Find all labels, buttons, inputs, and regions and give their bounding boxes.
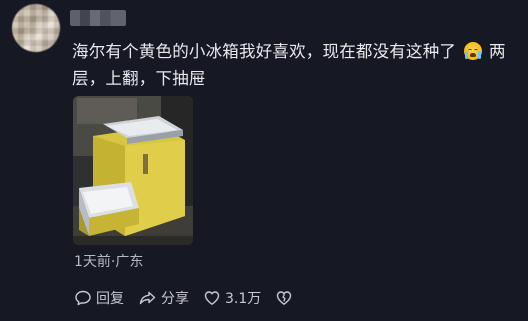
- share-label: 分享: [161, 291, 189, 307]
- reply-label: 回复: [96, 291, 124, 307]
- heart-icon: [204, 291, 220, 305]
- user-avatar[interactable]: [12, 4, 60, 52]
- broken-heart-icon: [277, 291, 292, 305]
- username-redacted[interactable]: [70, 10, 126, 26]
- like-button[interactable]: 3.1万: [203, 288, 261, 308]
- chat-bubble-icon: [75, 290, 91, 306]
- comment-text-part1: 海尔有个黄色的小冰箱我好喜欢，现在都没有这种了: [72, 42, 457, 61]
- comment-photo[interactable]: [73, 96, 193, 245]
- comment-actions: 回复 分享 3.1万: [74, 288, 297, 308]
- reply-button[interactable]: 回复: [74, 288, 124, 308]
- share-button[interactable]: 分享: [138, 288, 189, 308]
- share-arrow-icon: [139, 291, 156, 305]
- like-count: 3.1万: [225, 291, 262, 307]
- dislike-button[interactable]: [275, 289, 297, 307]
- crying-face-icon: [463, 42, 482, 60]
- comment-text: 海尔有个黄色的小冰箱我好喜欢，现在都没有这种了 两层，上翻，下抽屉: [72, 38, 518, 92]
- comment-meta: 1天前·广东: [74, 254, 144, 270]
